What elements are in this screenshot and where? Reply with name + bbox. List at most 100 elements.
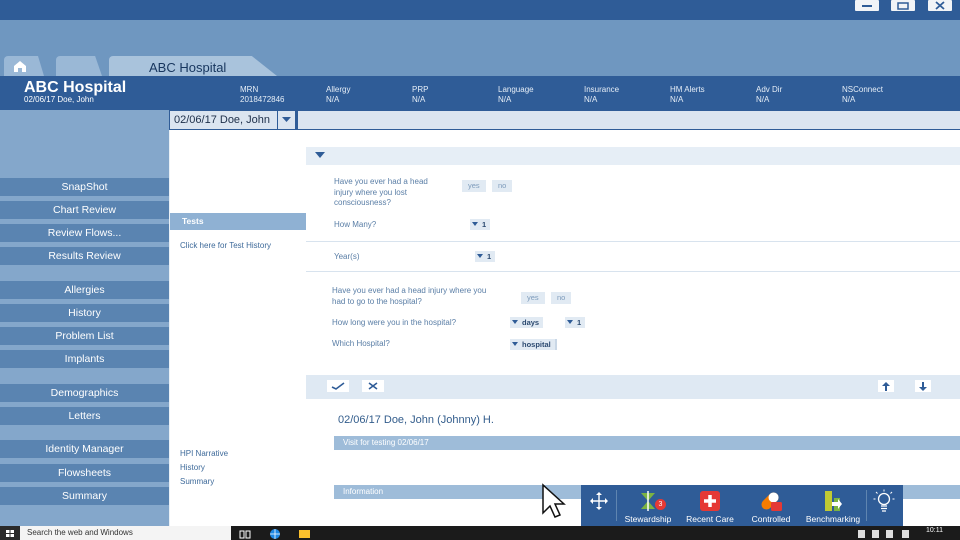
collapse-icon: [315, 152, 325, 158]
nav-flowsheets[interactable]: Flowsheets: [0, 464, 169, 482]
minimize-button[interactable]: [855, 0, 879, 11]
arrow-up-icon: [882, 381, 890, 391]
cancel-button[interactable]: [362, 380, 384, 392]
divider: [306, 241, 960, 242]
tab-home[interactable]: [4, 56, 44, 76]
tool-move[interactable]: [582, 488, 616, 514]
maximize-icon: [897, 1, 909, 10]
close-icon: [935, 1, 945, 10]
move-down-button[interactable]: [915, 380, 931, 392]
field-mrn: MRN 2018472846: [240, 85, 285, 104]
q1-no-button[interactable]: no: [492, 180, 513, 192]
accept-button[interactable]: [327, 380, 349, 392]
history-link[interactable]: History: [180, 463, 205, 472]
how-many-dropdown[interactable]: 1: [470, 219, 491, 230]
nav-implants[interactable]: Implants: [0, 350, 169, 368]
tests-header: Tests: [170, 213, 306, 230]
nav-snapshot[interactable]: SnapShot: [0, 178, 169, 196]
question-how-many: How Many?: [334, 220, 377, 229]
patient-select-caret[interactable]: [277, 111, 295, 129]
nav-results-review[interactable]: Results Review: [0, 247, 169, 265]
question-head-injury-consciousness: Have you ever had a head injury where yo…: [334, 177, 428, 207]
patient-bar-field: [298, 111, 960, 129]
maximize-button[interactable]: [891, 0, 915, 11]
tool-label: Recent Care: [686, 514, 734, 524]
field-insurance: Insurance N/A: [584, 85, 620, 104]
field-prp: PRP N/A: [412, 85, 429, 104]
file-explorer-icon[interactable]: [298, 529, 311, 539]
tool-recent-care[interactable]: Recent Care: [679, 488, 741, 524]
tool-stewardship[interactable]: 3 Stewardship: [617, 488, 679, 524]
move-up-button[interactable]: [878, 380, 894, 392]
move-icon: [590, 492, 608, 510]
nav-letters[interactable]: Letters: [0, 407, 169, 425]
recent-care-icon: [700, 491, 720, 511]
nav-allergies[interactable]: Allergies: [0, 281, 169, 299]
q1-yes-button[interactable]: yes: [462, 180, 486, 192]
mouse-cursor-icon: [542, 483, 566, 518]
network-icon[interactable]: [858, 530, 865, 538]
taskbar-clock[interactable]: 10:11: [926, 527, 943, 534]
checkmark-icon: [331, 382, 345, 390]
question-hospital-stay: How long were you in the hospital?: [332, 318, 457, 327]
divider: [306, 271, 960, 272]
minimize-icon: [862, 5, 872, 7]
dropdown-caret-icon: [567, 320, 573, 324]
tool-benchmarking[interactable]: Benchmarking: [802, 488, 864, 524]
patient-header-bar: [0, 76, 960, 110]
hpi-narrative-link[interactable]: HPI Narrative: [180, 449, 228, 458]
tool-controlled[interactable]: Controlled: [740, 488, 802, 524]
task-view-icon[interactable]: [239, 529, 251, 539]
field-allergy: Allergy N/A: [326, 85, 351, 104]
controlled-pill-icon: [761, 492, 782, 511]
taskbar-search[interactable]: Search the web and Windows: [20, 526, 231, 540]
stay-unit-dropdown[interactable]: days: [510, 317, 544, 328]
benchmarking-icon: [825, 491, 842, 511]
tool-ideas[interactable]: [867, 488, 901, 514]
wifi-icon[interactable]: [872, 530, 879, 538]
tool-label: Controlled: [751, 514, 791, 524]
close-button[interactable]: [928, 0, 952, 11]
lightbulb-icon: [873, 489, 895, 512]
which-hospital-dropdown[interactable]: hospital: [510, 339, 557, 350]
chevron-down-icon: [282, 117, 291, 122]
question-which-hospital: Which Hospital?: [332, 339, 390, 348]
q4-no-button[interactable]: no: [551, 292, 572, 304]
dropdown-caret-icon: [512, 342, 518, 346]
browser-icon[interactable]: [269, 528, 281, 540]
volume-icon[interactable]: [886, 530, 893, 538]
test-history-link[interactable]: Click here for Test History: [180, 241, 271, 250]
summary-link[interactable]: Summary: [180, 477, 214, 486]
nav-demographics[interactable]: Demographics: [0, 384, 169, 402]
nav-history[interactable]: History: [0, 304, 169, 322]
note-patient-name: 02/06/17 Doe, John (Johnny) H.: [338, 414, 494, 426]
years-dropdown[interactable]: 1: [475, 251, 496, 262]
tool-label: Stewardship: [624, 514, 672, 524]
nav-review-flows[interactable]: Review Flows...: [0, 224, 169, 242]
dropdown-caret-icon: [477, 254, 483, 258]
visit-band[interactable]: Visit for testing 02/06/17: [334, 436, 960, 450]
question-head-injury-hospital: Have you ever had a head injury where yo…: [332, 286, 487, 306]
nav-chart-review[interactable]: Chart Review: [0, 201, 169, 219]
field-nsconnect: NSConnect N/A: [842, 85, 883, 104]
dropdown-caret-icon: [472, 222, 478, 226]
field-language: Language N/A: [498, 85, 534, 104]
section-collapse-bar[interactable]: [306, 147, 960, 165]
nav-problem-list[interactable]: Problem List: [0, 327, 169, 345]
window-titlebar: [0, 0, 960, 20]
tab-blank[interactable]: [56, 56, 102, 76]
notifications-icon[interactable]: [902, 530, 909, 538]
nav-identity-manager[interactable]: Identity Manager: [0, 440, 169, 458]
tab-abc-hospital[interactable]: ABC Hospital: [109, 56, 277, 76]
tool-label: Benchmarking: [805, 514, 861, 524]
start-button[interactable]: [0, 526, 20, 540]
nav-summary[interactable]: Summary: [0, 487, 169, 505]
dropdown-caret-icon: [512, 320, 518, 324]
action-bar: [306, 375, 960, 399]
arrow-down-icon: [919, 381, 927, 391]
stewardship-badge: 3: [655, 499, 666, 510]
field-adv-dir: Adv Dir N/A: [756, 85, 783, 104]
home-icon: [14, 61, 26, 72]
q4-yes-button[interactable]: yes: [521, 292, 545, 304]
stay-length-dropdown[interactable]: 1: [565, 317, 586, 328]
